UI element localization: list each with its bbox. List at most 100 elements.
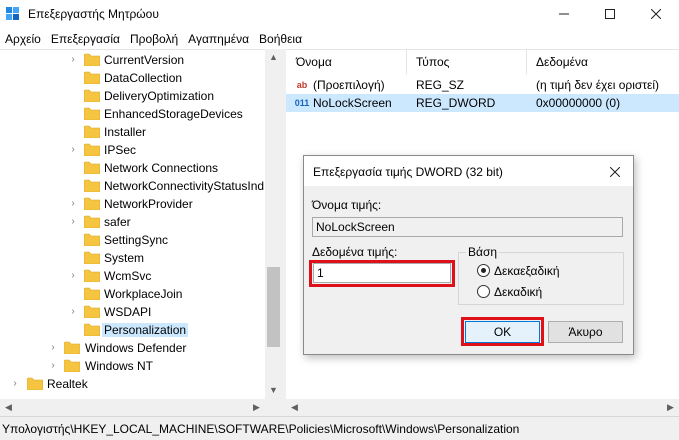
scroll-down-icon[interactable]: ▼ [265,382,282,399]
tree-item[interactable]: EnhancedStorageDevices [0,105,265,123]
folder-icon [83,53,101,67]
tree-item-label: EnhancedStorageDevices [104,107,243,121]
tree-item-label: WSDAPI [104,305,152,319]
chevron-right-icon[interactable]: › [68,216,78,228]
tree-item[interactable]: System [0,249,265,267]
decimal-radio[interactable] [477,285,490,298]
value-type: REG_DWORD [416,96,496,110]
tree-item[interactable]: › safer [0,213,265,231]
tree-item-label: SettingSync [104,233,169,247]
tree-item[interactable]: SettingSync [0,231,265,249]
folder-icon [83,89,101,103]
minimize-icon [559,13,569,15]
status-bar: Υπολογιστής\HKEY_LOCAL_MACHINE\SOFTWARE\… [0,416,679,440]
folder-icon [83,305,101,319]
folder-icon [83,71,101,85]
tree-item[interactable]: DeliveryOptimization [0,87,265,105]
tree-item[interactable]: NetworkConnectivityStatusInd [0,177,265,195]
regedit-icon [6,7,19,20]
scroll-right-icon[interactable]: ▶ [662,399,679,416]
menu-file[interactable]: Αρχείο [0,28,46,49]
close-icon [651,9,661,19]
tree-item-label: DataCollection [104,71,183,85]
scroll-left-icon[interactable]: ◀ [0,399,17,416]
window-title: Επεξεργαστής Μητρώου [28,7,159,21]
folder-icon [83,323,101,337]
tree-item[interactable]: › WcmSvc [0,267,265,285]
list-row[interactable]: 011 NoLockScreen REG_DWORD 0x00000000 (0… [286,94,679,112]
registry-tree[interactable]: › CurrentVersion DataCollection DeliveryOpt… [0,49,281,399]
dialog-title: Επεξεργασία τιμής DWORD (32 bit) [313,165,503,179]
tree-item[interactable]: › WSDAPI [0,303,265,321]
tree-item-label: System [104,251,145,265]
list-header: Όνομα Τύπος Δεδομένα [286,50,679,74]
tree-item[interactable]: › CurrentVersion [0,51,265,69]
value-data-input[interactable]: 1 [313,263,451,283]
folder-icon [26,377,44,391]
tree-item[interactable]: WorkplaceJoin [0,285,265,303]
tree-item[interactable]: › Realtek [0,375,265,393]
menu-edit[interactable]: Επεξεργασία [46,28,125,49]
cancel-button[interactable]: Άκυρο [548,321,623,343]
column-data[interactable]: Δεδομένα [536,55,588,69]
tree-horizontal-scrollbar[interactable]: ◀ ▶ [0,399,282,416]
registry-path: Υπολογιστής\HKEY_LOCAL_MACHINE\SOFTWARE\… [2,422,520,436]
chevron-right-icon[interactable]: › [68,144,78,156]
hex-radio-label[interactable]: Δεκαεξαδική [494,264,560,278]
column-divider[interactable] [406,50,407,74]
chevron-right-icon[interactable]: › [68,270,78,282]
chevron-right-icon[interactable]: › [68,54,78,66]
menu-help[interactable]: Βοήθεια [254,28,307,49]
tree-item[interactable]: Network Connections [0,159,265,177]
value-data: 0x00000000 (0) [536,96,621,110]
column-type[interactable]: Τύπος [416,55,449,69]
close-icon [609,166,621,178]
folder-icon [83,233,101,247]
tree-item[interactable]: › IPSec [0,141,265,159]
dialog-close-button[interactable] [603,162,627,182]
menu-favorites[interactable]: Αγαπημένα [183,28,254,49]
tree-item-label: Windows Defender [85,341,187,355]
tree-item-label: DeliveryOptimization [104,89,215,103]
tree-item-label: NetworkProvider [104,197,193,211]
chevron-right-icon[interactable]: › [48,360,58,372]
folder-icon [83,107,101,121]
folder-icon [83,269,101,283]
close-button[interactable] [633,0,679,28]
tree-item[interactable]: Installer [0,123,265,141]
tree-item-label: Personalization [102,323,189,337]
tree-vertical-scrollbar[interactable]: ▲ ▼ [265,49,282,399]
column-name[interactable]: Όνομα [296,55,332,69]
chevron-right-icon[interactable]: › [68,306,78,318]
binary-value-icon: 011 [294,98,310,108]
column-divider[interactable] [526,50,527,74]
tree-item-label: WorkplaceJoin [104,287,183,301]
decimal-radio-label[interactable]: Δεκαδική [494,285,542,299]
tree-item-label: IPSec [104,143,137,157]
tree-item-label: NetworkConnectivityStatusInd [104,179,265,193]
chevron-right-icon[interactable]: › [48,342,58,354]
minimize-button[interactable] [541,0,587,28]
list-horizontal-scrollbar[interactable]: ◀ ▶ [286,399,679,416]
tree-item[interactable]: › NetworkProvider [0,195,265,213]
scroll-left-icon[interactable]: ◀ [286,399,303,416]
tree-item[interactable]: Personalization [0,321,265,339]
menu-view[interactable]: Προβολή [125,28,183,49]
list-row[interactable]: ab (Προεπιλογή) REG_SZ (η τιμή δεν έχει … [286,76,679,94]
tree-item[interactable]: DataCollection [0,69,265,87]
edit-dword-dialog: Επεξεργασία τιμής DWORD (32 bit) Όνομα τ… [303,155,634,355]
title-bar: Επεξεργαστής Μητρώου [0,0,679,28]
ok-button[interactable]: OK [465,321,540,343]
chevron-right-icon[interactable]: › [68,198,78,210]
chevron-right-icon[interactable]: › [10,378,20,390]
tree-item[interactable]: › Windows Defender [0,339,265,357]
hex-radio[interactable] [477,264,490,277]
maximize-button[interactable] [587,0,633,28]
folder-icon [83,143,101,157]
value-data-label: Δεδομένα τιμής: [312,245,398,259]
tree-item[interactable]: › Windows NT [0,357,265,375]
folder-icon [83,215,101,229]
scroll-up-icon[interactable]: ▲ [265,49,282,66]
scroll-thumb[interactable] [267,267,280,347]
scroll-right-icon[interactable]: ▶ [248,399,265,416]
